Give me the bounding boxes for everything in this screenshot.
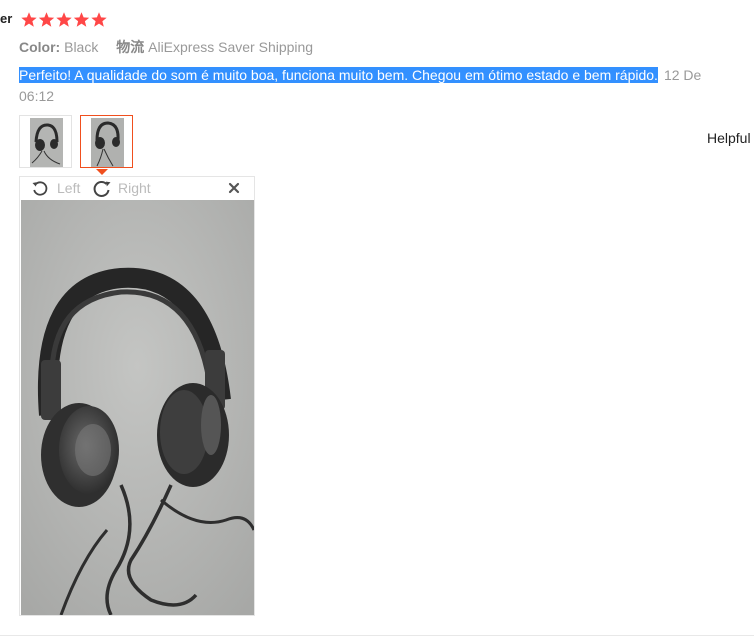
star-icon xyxy=(91,12,107,27)
rotate-right-icon[interactable] xyxy=(92,178,112,201)
active-thumbnail-caret xyxy=(96,169,108,175)
rotate-left-button[interactable]: Left xyxy=(57,180,80,196)
review-divider xyxy=(0,635,754,636)
shipping-value: AliExpress Saver Shipping xyxy=(148,39,314,55)
star-icon xyxy=(56,12,72,27)
rotate-left-icon[interactable] xyxy=(31,179,49,200)
star-rating xyxy=(20,10,110,30)
review-thumbnail-1[interactable] xyxy=(19,115,72,168)
color-value: Black xyxy=(64,39,99,55)
review-thumbnail-2[interactable] xyxy=(80,115,133,168)
rotate-right-button[interactable]: Right xyxy=(118,180,151,196)
star-icon xyxy=(38,12,55,27)
viewer-toolbar: Left Right xyxy=(20,177,254,199)
star-icon xyxy=(21,12,37,27)
review-info: Color: Black 物流 AliExpress Saver Shippin… xyxy=(19,37,327,57)
review-photo xyxy=(21,200,254,615)
color-label: Color: xyxy=(19,39,61,55)
review-feedback: Perfeito! A qualidade do som é muito boa… xyxy=(19,65,754,107)
image-viewer: Left Right xyxy=(19,176,255,616)
reviewer-name: er xyxy=(0,11,13,26)
helpful-button[interactable]: Helpful xyxy=(707,130,751,146)
review-date: 12 De xyxy=(663,67,702,83)
review-time: 06:12 xyxy=(19,88,55,104)
close-icon[interactable] xyxy=(227,181,241,198)
feedback-text: Perfeito! A qualidade do som é muito boa… xyxy=(19,67,658,83)
shipping-label: 物流 xyxy=(116,39,145,55)
star-icon xyxy=(73,12,90,27)
